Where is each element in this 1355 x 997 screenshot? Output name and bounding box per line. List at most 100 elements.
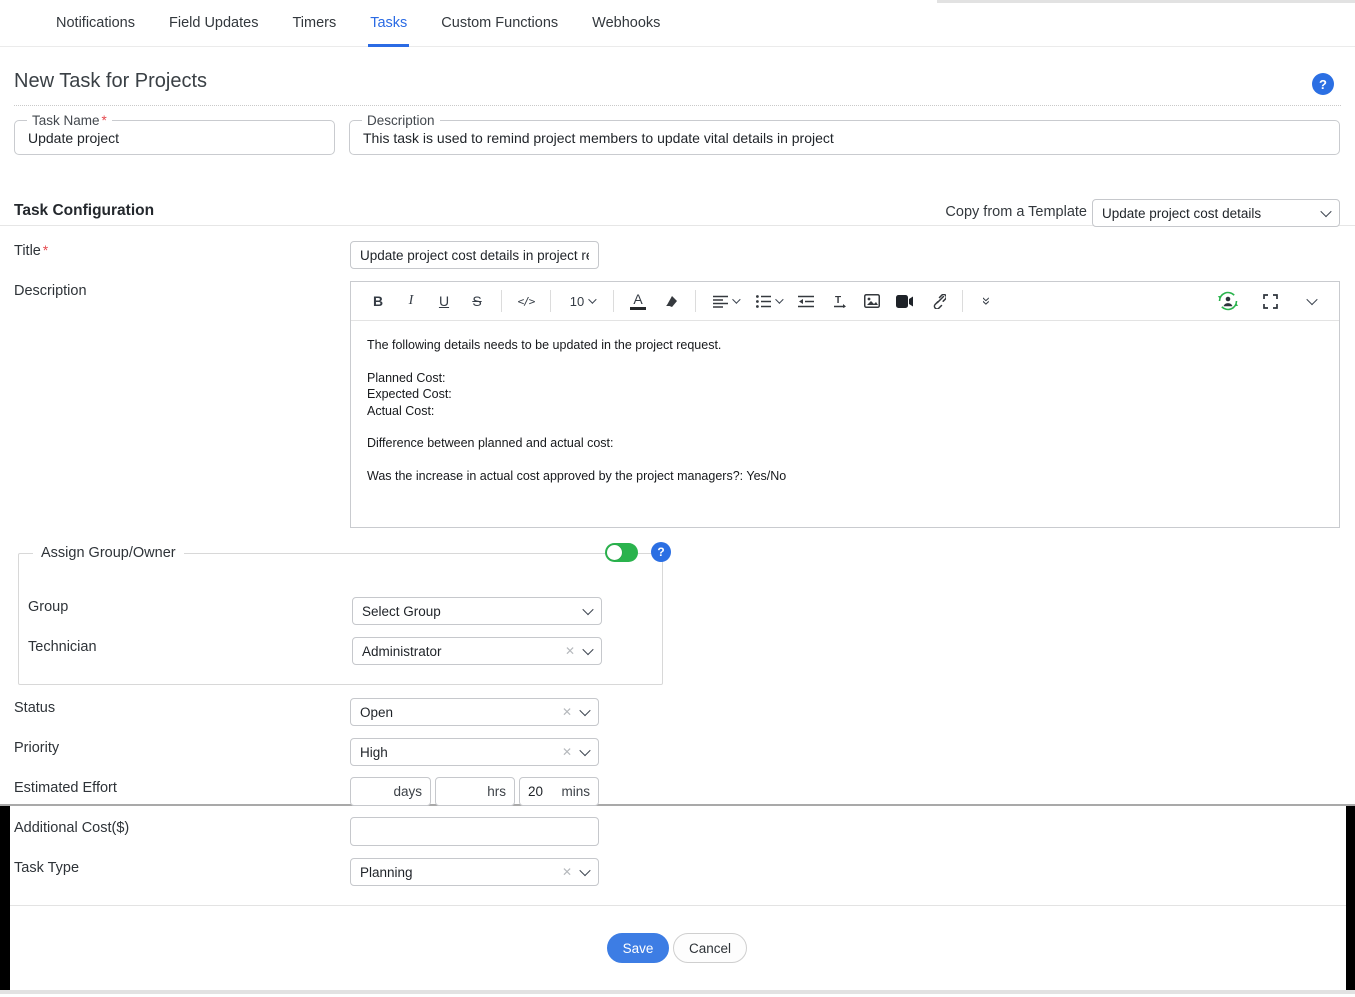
priority-select-value: High xyxy=(360,745,562,760)
italic-icon[interactable]: I xyxy=(398,288,424,314)
footer-divider xyxy=(6,905,1350,906)
required-marker: * xyxy=(102,113,107,128)
tab-tasks[interactable]: Tasks xyxy=(368,0,409,47)
task-description-field[interactable]: Description This task is used to remind … xyxy=(349,113,1340,155)
template-select-value: Update project cost details xyxy=(1102,206,1322,221)
additional-cost-label: Additional Cost($) xyxy=(14,820,129,836)
editor-blank-line xyxy=(367,452,1323,468)
chevron-down-icon xyxy=(579,745,590,756)
title-input-value: Update project cost details in project r… xyxy=(360,248,589,263)
task-type-select[interactable]: Planning ✕ xyxy=(350,858,599,886)
insert-image-icon[interactable] xyxy=(859,288,885,314)
tab-custom-functions[interactable]: Custom Functions xyxy=(439,0,560,47)
effort-hrs-suffix: hrs xyxy=(487,784,506,799)
assign-help-icon[interactable]: ? xyxy=(651,542,671,562)
strikethrough-icon[interactable]: S xyxy=(464,288,490,314)
toolbar-divider xyxy=(695,290,696,312)
list-icon[interactable] xyxy=(750,288,786,314)
effort-days-suffix: days xyxy=(393,784,422,799)
toggle-knob xyxy=(607,545,622,560)
chevron-down-icon xyxy=(588,295,596,303)
tab-webhooks[interactable]: Webhooks xyxy=(590,0,662,47)
tab-timers[interactable]: Timers xyxy=(290,0,338,47)
tab-field-updates[interactable]: Field Updates xyxy=(167,0,260,47)
highlight-icon[interactable] xyxy=(658,288,684,314)
editor-toolbar: B I U S </> 10 A xyxy=(351,282,1339,321)
effort-days-input[interactable]: days xyxy=(350,777,431,806)
assign-group-owner-toggle[interactable] xyxy=(605,543,638,562)
effort-mins-value: 20 xyxy=(528,784,561,799)
insert-link-icon[interactable] xyxy=(925,288,951,314)
group-select-value: Select Group xyxy=(362,604,584,619)
clear-icon[interactable]: ✕ xyxy=(565,644,575,658)
clear-icon[interactable]: ✕ xyxy=(562,865,572,879)
insert-video-icon[interactable] xyxy=(892,288,918,314)
underline-icon[interactable]: U xyxy=(431,288,457,314)
editor-line: Was the increase in actual cost approved… xyxy=(367,468,1323,485)
align-icon[interactable] xyxy=(707,288,743,314)
window-bottom-edge xyxy=(0,804,1355,806)
text-color-icon[interactable]: A xyxy=(625,288,651,314)
template-select[interactable]: Update project cost details xyxy=(1092,199,1340,227)
toolbar-divider xyxy=(613,290,614,312)
task-description-input[interactable]: This task is used to remind project memb… xyxy=(363,130,1329,146)
collapse-toolbar-icon[interactable] xyxy=(1299,288,1325,314)
toolbar-divider xyxy=(501,290,502,312)
chevron-down-icon xyxy=(579,705,590,716)
chevron-down-icon xyxy=(775,295,783,303)
status-select[interactable]: Open ✕ xyxy=(350,698,599,726)
task-description-label: Description xyxy=(362,113,440,128)
chevron-down-icon xyxy=(579,865,590,876)
page-title: New Task for Projects xyxy=(14,70,207,93)
title-label: Title* xyxy=(14,243,48,259)
title-input[interactable]: Update project cost details in project r… xyxy=(350,241,599,269)
editor-toolbar-right xyxy=(1215,288,1325,314)
tab-notifications[interactable]: Notifications xyxy=(54,0,137,47)
effort-mins-input[interactable]: 20 mins xyxy=(519,777,599,806)
editor-blank-line xyxy=(367,419,1323,435)
technician-label: Technician xyxy=(28,639,97,655)
chevron-down-icon xyxy=(582,644,593,655)
status-select-value: Open xyxy=(360,705,562,720)
effort-hrs-input[interactable]: hrs xyxy=(435,777,515,806)
new-task-page: Notifications Field Updates Timers Tasks… xyxy=(0,0,1355,997)
clear-icon[interactable]: ✕ xyxy=(562,745,572,759)
editor-line: Difference between planned and actual co… xyxy=(367,435,1323,452)
assign-group-owner-legend: Assign Group/Owner xyxy=(33,545,184,561)
bold-icon[interactable]: B xyxy=(365,288,391,314)
task-name-label: Task Name* xyxy=(27,113,112,128)
task-name-field[interactable]: Task Name* Update project xyxy=(14,113,335,155)
group-select[interactable]: Select Group xyxy=(352,597,602,625)
editor-content[interactable]: The following details needs to be update… xyxy=(351,321,1339,528)
copy-from-template-label: Copy from a Template xyxy=(945,204,1087,220)
help-icon[interactable]: ? xyxy=(1312,73,1334,95)
chevron-down-icon xyxy=(582,604,593,615)
clear-icon[interactable]: ✕ xyxy=(562,705,572,719)
required-marker: * xyxy=(43,243,48,258)
estimated-effort-label: Estimated Effort xyxy=(14,780,117,796)
fullscreen-icon[interactable] xyxy=(1257,288,1283,314)
cancel-button[interactable]: Cancel xyxy=(673,933,747,963)
task-name-input[interactable]: Update project xyxy=(28,130,324,146)
more-options-icon[interactable]: » xyxy=(974,288,1000,314)
editor-line: Actual Cost: xyxy=(367,403,1323,420)
left-black-bar xyxy=(0,806,10,990)
technician-select-value: Administrator xyxy=(362,644,565,659)
code-icon[interactable]: </> xyxy=(513,288,539,314)
toolbar-divider xyxy=(550,290,551,312)
svg-text:T: T xyxy=(835,295,841,306)
priority-select[interactable]: High ✕ xyxy=(350,738,599,766)
right-black-bar xyxy=(1346,806,1355,990)
group-label: Group xyxy=(28,599,68,615)
editor-blank-line xyxy=(367,354,1323,370)
chevron-down-icon xyxy=(1320,206,1331,217)
font-size-select[interactable]: 10 xyxy=(562,288,602,314)
priority-label: Priority xyxy=(14,740,59,756)
collaborator-icon[interactable] xyxy=(1215,288,1241,314)
technician-select[interactable]: Administrator ✕ xyxy=(352,637,602,665)
tab-bar: Notifications Field Updates Timers Tasks… xyxy=(0,0,1355,47)
indent-first-line-icon[interactable]: T xyxy=(826,288,852,314)
save-button[interactable]: Save xyxy=(607,933,669,963)
outdent-icon[interactable] xyxy=(793,288,819,314)
additional-cost-input[interactable] xyxy=(350,817,599,846)
